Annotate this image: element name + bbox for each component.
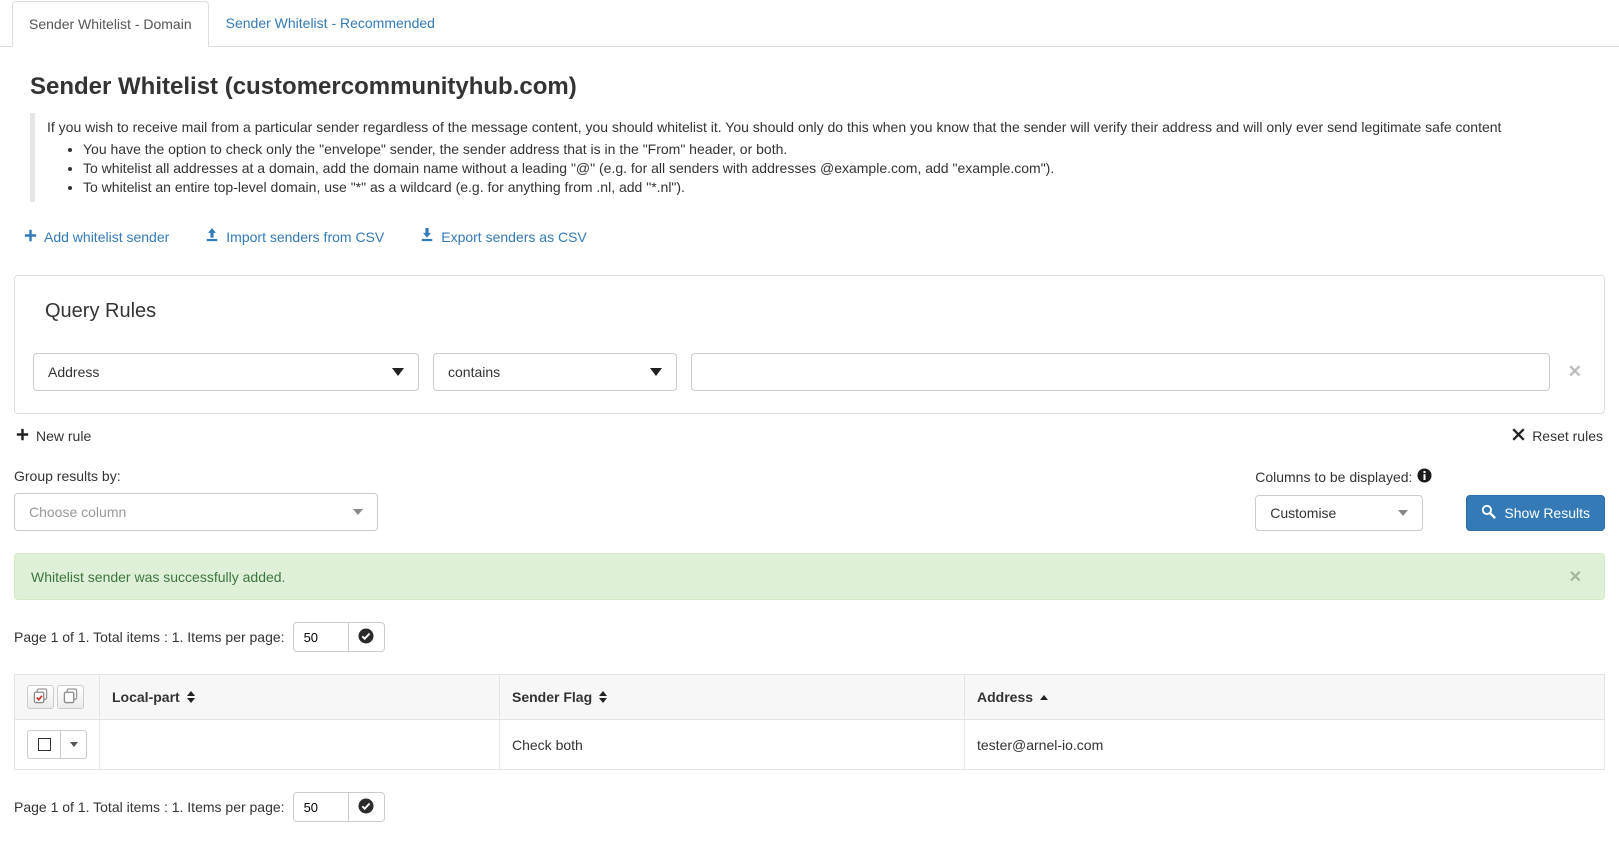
tab-sender-whitelist-domain[interactable]: Sender Whitelist - Domain <box>12 1 209 47</box>
apply-per-page-button[interactable] <box>348 792 385 822</box>
chevron-down-icon <box>1398 510 1409 516</box>
chevron-down-icon <box>650 368 662 376</box>
sender-flag-cell: Check both <box>499 719 965 770</box>
tab-sender-whitelist-recommended[interactable]: Sender Whitelist - Recommended <box>209 0 452 46</box>
address-header-label: Address <box>977 689 1034 705</box>
pagination-top: Page 1 of 1. Total items : 1. Items per … <box>14 622 1605 652</box>
address-cell: tester@arnel-io.com <box>964 719 1605 770</box>
row-select-cell <box>14 719 100 770</box>
rule-field-select[interactable]: Address <box>33 353 419 391</box>
rule-operator-select[interactable]: contains <box>433 353 677 391</box>
sort-icon <box>599 691 608 703</box>
chevron-down-icon <box>69 742 78 747</box>
row-checkbox[interactable] <box>27 730 61 759</box>
download-icon <box>420 228 434 245</box>
info-bullet: You have the option to check only the "e… <box>83 141 1605 157</box>
chevron-down-icon <box>392 368 404 376</box>
info-intro: If you wish to receive mail from a parti… <box>47 119 1502 135</box>
pagination-summary: Page 1 of 1. Total items : 1. Items per … <box>14 629 285 645</box>
sort-local-part[interactable]: Local-part <box>112 689 195 705</box>
items-per-page-input[interactable] <box>292 792 349 822</box>
reset-rules-label: Reset rules <box>1532 428 1603 444</box>
select-all-icon <box>33 687 48 707</box>
deselect-all-button[interactable] <box>57 685 84 709</box>
success-alert: Whitelist sender was successfully added.… <box>14 553 1605 600</box>
success-alert-message: Whitelist sender was successfully added. <box>31 568 286 585</box>
items-per-page-input[interactable] <box>292 622 349 652</box>
rule-value-input[interactable] <box>691 353 1550 391</box>
action-links: Add whitelist sender Import senders from… <box>24 228 1605 245</box>
add-whitelist-sender-label: Add whitelist sender <box>44 228 170 245</box>
x-icon <box>1512 428 1525 444</box>
import-senders-label: Import senders from CSV <box>226 228 385 245</box>
rules-actions-row: New rule Reset rules <box>16 428 1603 444</box>
group-by-select[interactable]: Choose column <box>14 493 378 531</box>
info-icon[interactable] <box>1417 468 1432 486</box>
table-row: Check both tester@arnel-io.com <box>14 719 1605 770</box>
local-part-header-label: Local-part <box>112 689 180 705</box>
rule-field-value: Address <box>48 364 100 380</box>
sender-flag-header-label: Sender Flag <box>512 689 593 705</box>
column-header-local-part: Local-part <box>99 674 500 720</box>
group-by-placeholder: Choose column <box>29 504 127 520</box>
info-bullet: To whitelist all addresses at a domain, … <box>83 160 1605 176</box>
add-whitelist-sender-link[interactable]: Add whitelist sender <box>24 229 169 245</box>
items-per-page-group <box>292 792 385 822</box>
query-rules-panel: Query Rules Address contains ✕ <box>14 275 1605 414</box>
alert-close-icon[interactable]: ✕ <box>1563 566 1588 588</box>
upload-icon <box>205 228 219 245</box>
group-by-section: Group results by: Choose column <box>14 468 378 531</box>
pagination-bottom: Page 1 of 1. Total items : 1. Items per … <box>14 792 1605 822</box>
chevron-down-icon <box>353 509 363 515</box>
checkbox-icon <box>37 738 51 751</box>
columns-select[interactable]: Customise <box>1255 495 1424 531</box>
results-controls-row: Group results by: Choose column Columns … <box>14 468 1605 531</box>
show-results-label: Show Results <box>1504 505 1590 521</box>
info-bullet: To whitelist an entire top-level domain,… <box>83 179 1605 195</box>
pagination-summary: Page 1 of 1. Total items : 1. Items per … <box>14 799 285 815</box>
tab-bar: Sender Whitelist - Domain Sender Whiteli… <box>0 0 1619 47</box>
group-by-label: Group results by: <box>14 468 121 484</box>
page-title: Sender Whitelist (customercommunityhub.c… <box>30 73 577 100</box>
show-results-button[interactable]: Show Results <box>1466 495 1605 531</box>
import-senders-csv-link[interactable]: Import senders from CSV <box>205 228 384 245</box>
new-rule-link[interactable]: New rule <box>16 428 91 444</box>
query-rule-row: Address contains ✕ <box>31 353 1588 391</box>
sort-icon <box>186 691 195 703</box>
check-circle-icon <box>358 628 374 647</box>
query-rules-title: Query Rules <box>45 300 157 322</box>
columns-display-label: Columns to be displayed: <box>1255 469 1413 485</box>
apply-per-page-button[interactable] <box>348 622 385 652</box>
info-bullet-list: You have the option to check only the "e… <box>47 141 1605 195</box>
whitelist-table: Local-part Sender Flag Address Check bot… <box>14 674 1605 770</box>
export-senders-csv-link[interactable]: Export senders as CSV <box>420 228 587 245</box>
column-header-address: Address <box>964 674 1605 720</box>
remove-rule-button[interactable]: ✕ <box>1564 362 1586 382</box>
select-column-header <box>14 674 100 720</box>
rule-operator-value: contains <box>448 364 501 380</box>
items-per-page-group <box>292 622 385 652</box>
select-all-button[interactable] <box>27 685 54 709</box>
columns-select-value: Customise <box>1270 505 1337 521</box>
local-part-cell <box>99 719 500 770</box>
deselect-all-icon <box>63 687 78 707</box>
row-actions-dropdown[interactable] <box>61 730 87 759</box>
search-icon <box>1481 504 1497 522</box>
check-circle-icon <box>358 798 374 817</box>
reset-rules-link[interactable]: Reset rules <box>1512 428 1603 444</box>
info-block: If you wish to receive mail from a parti… <box>30 113 1605 202</box>
sort-address[interactable]: Address <box>977 689 1049 705</box>
export-senders-label: Export senders as CSV <box>441 228 587 245</box>
sort-ascending-icon <box>1040 694 1049 700</box>
columns-display-section: Columns to be displayed: Customise <box>1255 468 1432 531</box>
plus-icon <box>24 229 37 245</box>
columns-controls: Columns to be displayed: Customise Show … <box>1255 468 1605 531</box>
column-header-sender-flag: Sender Flag <box>499 674 965 720</box>
table-header-row: Local-part Sender Flag Address <box>14 674 1605 720</box>
plus-icon <box>16 428 29 444</box>
sort-sender-flag[interactable]: Sender Flag <box>512 689 608 705</box>
new-rule-label: New rule <box>36 428 92 444</box>
